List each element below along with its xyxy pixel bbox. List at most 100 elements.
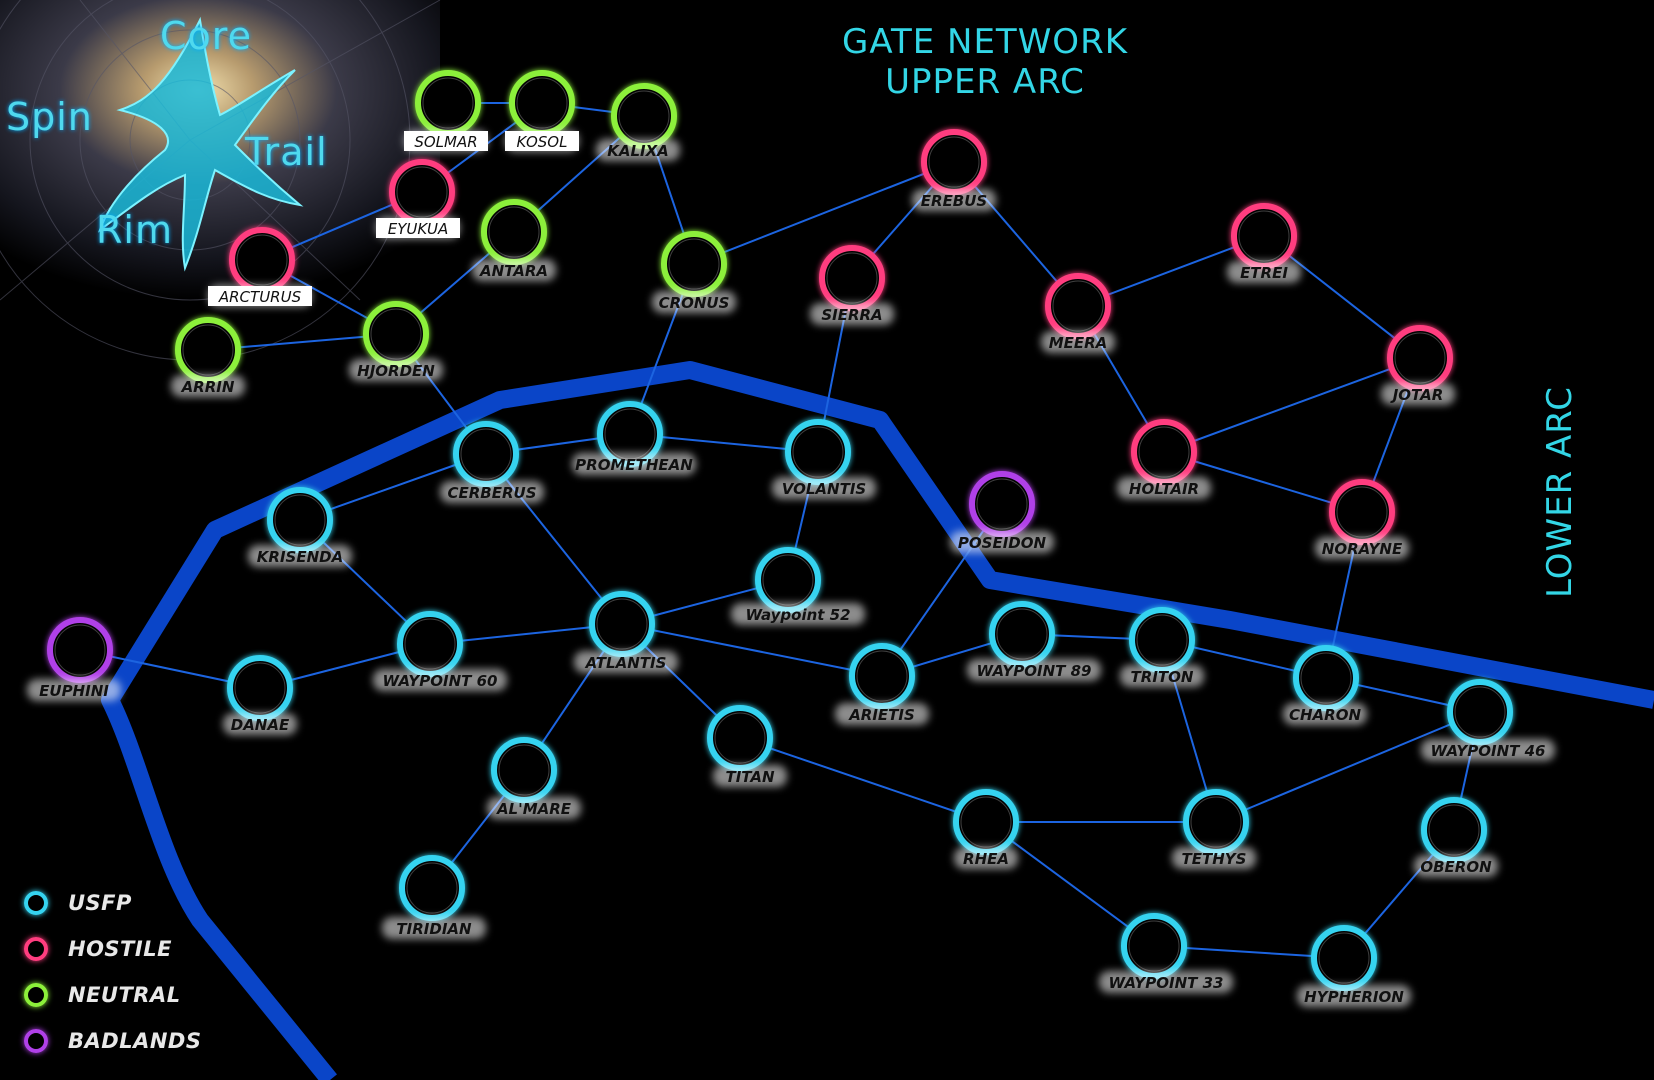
legend-item-hostile: HOSTILE: [24, 926, 201, 972]
system-waypoint52[interactable]: Waypoint 52: [731, 547, 865, 625]
system-label: TETHYS: [1182, 850, 1247, 868]
system-label: WAYPOINT 33: [1109, 974, 1224, 992]
gate-ring-icon: [755, 547, 821, 613]
gate-ring-icon: [399, 855, 465, 921]
system-poseidon[interactable]: POSEIDON: [950, 471, 1054, 553]
system-label: ANTARA: [479, 262, 548, 280]
gate-ring-icon: [491, 737, 557, 803]
system-cerberus[interactable]: CERBERUS: [440, 421, 544, 503]
gate-ring-icon: [953, 789, 1019, 855]
gate-ring-icon: [661, 231, 727, 297]
system-oberon[interactable]: OBERON: [1414, 797, 1498, 877]
system-label: EREBUS: [921, 192, 987, 210]
ring-icon: [24, 1029, 48, 1053]
system-titan[interactable]: TITAN: [707, 705, 787, 787]
system-arietis[interactable]: ARIETIS: [835, 643, 929, 725]
system-label: CRONUS: [659, 294, 730, 312]
system-label: TIRIDIAN: [396, 920, 472, 938]
system-label: WAYPOINT 46: [1431, 742, 1546, 760]
gate-ring-icon: [47, 617, 113, 683]
gate-ring-icon: [267, 487, 333, 553]
system-hypherion[interactable]: HYPHERION: [1297, 925, 1411, 1007]
gate-link-holtair-jotar: [1163, 357, 1421, 453]
system-charon[interactable]: CHARON: [1283, 645, 1367, 725]
system-norayne[interactable]: NORAYNE: [1315, 479, 1409, 559]
system-euphini[interactable]: EUPHINI: [27, 617, 121, 701]
system-label: POSEIDON: [958, 534, 1047, 552]
system-waypoint46[interactable]: WAYPOINT 46: [1421, 679, 1555, 761]
system-almare[interactable]: AL'MARE: [487, 737, 581, 819]
gate-ring-icon: [1129, 607, 1195, 673]
system-label: PROMETHEAN: [575, 456, 693, 474]
system-erebus[interactable]: EREBUS: [912, 129, 996, 211]
system-label: OBERON: [1420, 858, 1492, 876]
system-label: ATLANTIS: [585, 654, 667, 672]
system-label: MEERA: [1049, 334, 1108, 352]
legend-item-badlands: BADLANDS: [24, 1018, 201, 1064]
system-label: KRISENDA: [257, 548, 343, 566]
system-label: SIERRA: [821, 306, 882, 324]
system-rhea[interactable]: RHEA: [953, 789, 1019, 869]
title-lower-arc: LOWER ARC: [1540, 386, 1580, 598]
gate-ring-icon: [1421, 797, 1487, 863]
gate-ring-icon: [1045, 273, 1111, 339]
legend-item-neutral: NEUTRAL: [24, 972, 201, 1018]
ring-icon: [24, 983, 48, 1007]
system-waypoint33[interactable]: WAYPOINT 33: [1099, 913, 1233, 993]
system-atlantis[interactable]: ATLANTIS: [574, 591, 678, 673]
system-tethys[interactable]: TETHYS: [1172, 789, 1256, 869]
system-sierra[interactable]: SIERRA: [810, 245, 894, 325]
system-holtair[interactable]: HOLTAIR: [1117, 419, 1211, 499]
system-label: CERBERUS: [447, 484, 536, 502]
gate-ring-icon: [849, 643, 915, 709]
gate-ring-icon: [819, 245, 885, 311]
system-meera[interactable]: MEERA: [1041, 273, 1115, 353]
gate-ring-icon: [175, 317, 241, 383]
title-upper-arc: GATE NETWORK UPPER ARC: [841, 22, 1128, 102]
gate-ring-icon: [1311, 925, 1377, 991]
ring-icon: [24, 891, 48, 915]
system-label: RHEA: [963, 850, 1009, 868]
gate-ring-icon: [1329, 479, 1395, 545]
gate-ring-icon: [1293, 645, 1359, 711]
system-etrei[interactable]: ETREI: [1227, 203, 1301, 283]
gate-ring-icon: [481, 199, 547, 265]
system-label: WAYPOINT 89: [977, 662, 1092, 680]
system-danae[interactable]: DANAE: [223, 655, 297, 735]
system-tiridian[interactable]: TIRIDIAN: [382, 855, 486, 939]
system-label: ETREI: [1240, 264, 1288, 282]
gate-ring-icon: [1231, 203, 1297, 269]
system-label: VOLANTIS: [782, 480, 866, 498]
gate-ring-icon: [1121, 913, 1187, 979]
gate-ring-icon: [969, 471, 1035, 537]
gate-ring-icon: [363, 301, 429, 367]
gate-ring-icon: [397, 611, 463, 677]
system-label: HYPHERION: [1304, 988, 1404, 1006]
system-volantis[interactable]: VOLANTIS: [772, 419, 876, 499]
gate-ring-icon: [453, 421, 519, 487]
gate-ring-icon: [1387, 325, 1453, 391]
system-label: KOSOL: [517, 133, 568, 151]
system-antara[interactable]: ANTARA: [472, 199, 556, 281]
system-kosol[interactable]: KOSOL: [505, 70, 579, 152]
system-jotar[interactable]: JOTAR: [1381, 325, 1455, 405]
system-label: AL'MARE: [496, 800, 572, 818]
system-label: ARIETIS: [848, 706, 915, 724]
logo: Core Spin Trail Rim: [0, 0, 440, 300]
system-label: HOLTAIR: [1129, 480, 1199, 498]
system-arrin[interactable]: ARRIN: [171, 317, 245, 397]
system-cronus[interactable]: CRONUS: [652, 231, 736, 313]
system-label: DANAE: [231, 716, 290, 734]
gate-ring-icon: [227, 655, 293, 721]
system-label: WAYPOINT 60: [383, 672, 498, 690]
gate-ring-icon: [921, 129, 987, 195]
system-kalixa[interactable]: KALIXA: [596, 83, 680, 161]
system-waypoint60[interactable]: WAYPOINT 60: [373, 611, 507, 691]
faction-legend: USFP HOSTILE NEUTRAL BADLANDS: [24, 880, 201, 1064]
gate-ring-icon: [1447, 679, 1513, 745]
logo-core: Core: [160, 14, 252, 58]
system-label: NORAYNE: [1322, 540, 1403, 558]
logo-rim: Rim: [96, 208, 173, 252]
gate-ring-icon: [509, 70, 575, 136]
system-waypoint89[interactable]: WAYPOINT 89: [967, 601, 1101, 681]
